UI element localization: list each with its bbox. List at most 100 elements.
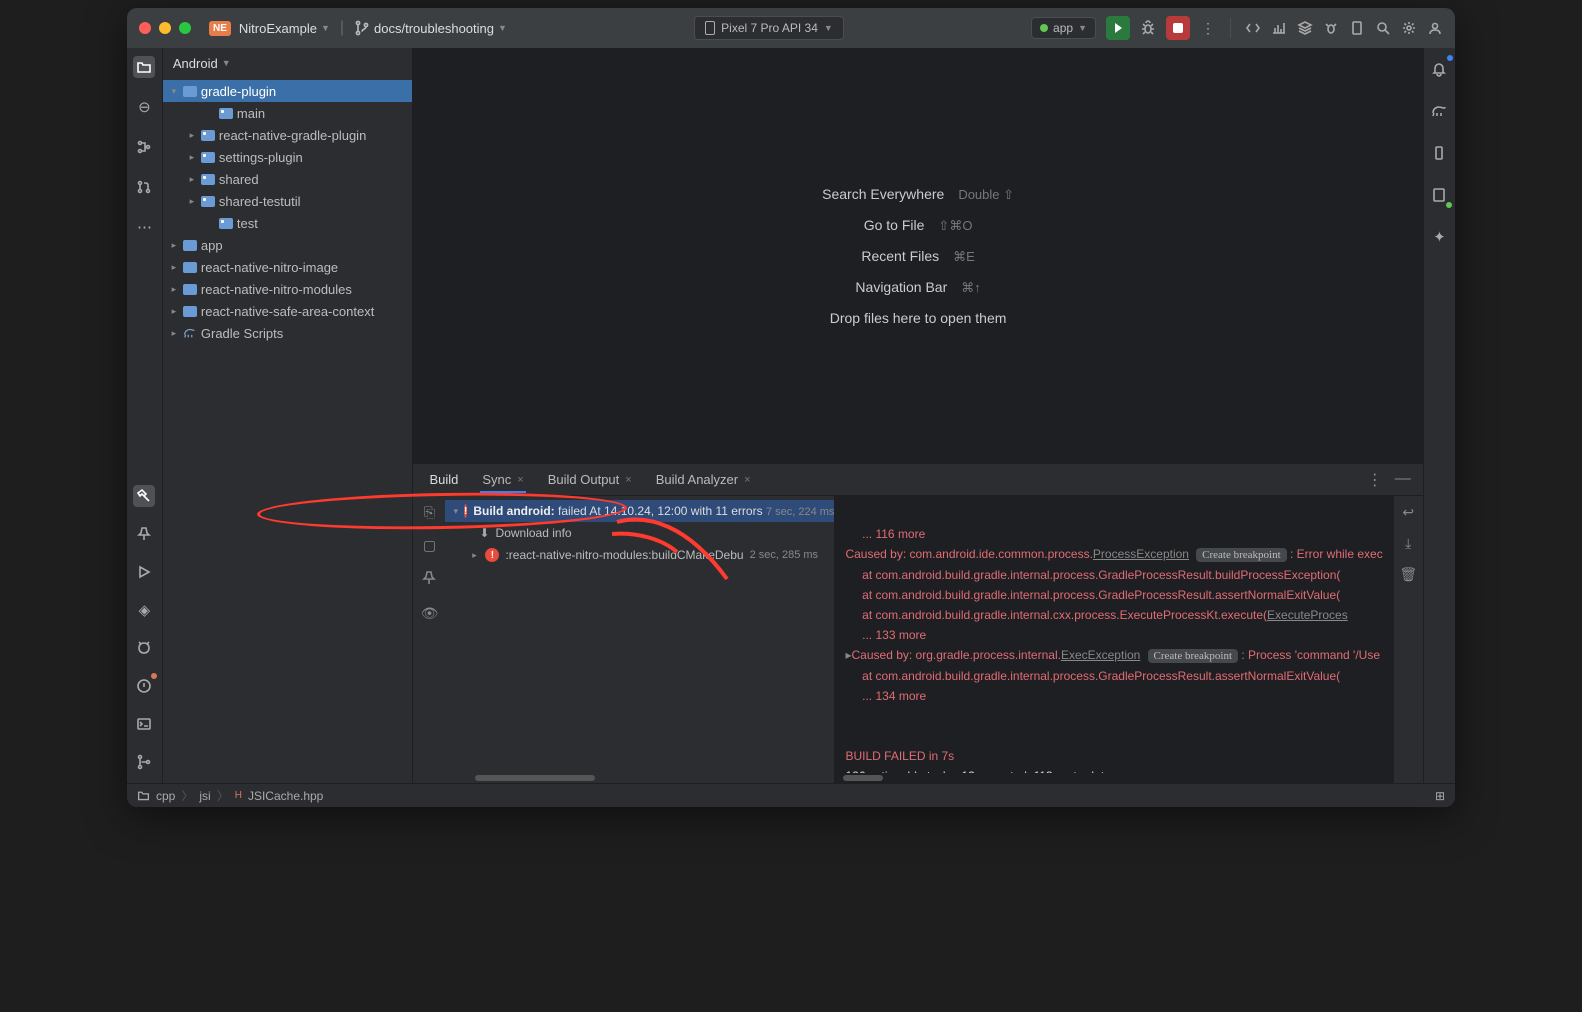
tree-item-react-native-safe-area-context[interactable]: ▸react-native-safe-area-context <box>163 300 413 322</box>
scroll-to-end-button[interactable]: ⤓ <box>1405 535 1411 552</box>
close-window-button[interactable] <box>139 22 151 34</box>
play2-icon <box>136 564 152 580</box>
breadcrumb-item[interactable]: jsi <box>199 789 210 803</box>
run-config-selector[interactable]: app ▼ <box>1031 17 1096 39</box>
source-link[interactable]: ExecuteProces <box>1267 608 1348 622</box>
build-task-row[interactable]: ▸ ! :react-native-nitro-modules:buildCMa… <box>445 544 834 566</box>
build-tree[interactable]: ▾ ! Build android: failed At 14.10.24, 1… <box>445 496 834 570</box>
project-tool-button[interactable] <box>133 56 155 78</box>
bug2-icon <box>1323 20 1339 36</box>
clear-button[interactable]: 🗑 <box>1399 566 1417 583</box>
tree-item-test[interactable]: test <box>163 212 413 234</box>
pull-requests-tool-button[interactable] <box>133 176 155 198</box>
download-info-row[interactable]: ⬇ Download info <box>445 522 834 544</box>
tree-item-app[interactable]: ▸app <box>163 234 413 256</box>
logcat-tool-button[interactable] <box>133 637 155 659</box>
emulator-button[interactable] <box>1428 184 1450 206</box>
tab-sync[interactable]: Sync× <box>472 468 533 491</box>
tree-item-label: react-native-nitro-image <box>201 260 338 275</box>
tab-build[interactable]: Build <box>419 468 468 491</box>
device-manager-button[interactable] <box>1349 20 1365 36</box>
filter-button[interactable]: ⎘ <box>424 504 435 521</box>
vcs-tool-button[interactable] <box>133 751 155 773</box>
phone2-icon <box>1431 145 1447 161</box>
tree-item-react-native-nitro-image[interactable]: ▸react-native-nitro-image <box>163 256 413 278</box>
scrollbar[interactable] <box>445 773 834 783</box>
project-selector[interactable]: NitroExample ▼ <box>239 21 330 36</box>
tree-item-gradle-scripts[interactable]: ▸Gradle Scripts <box>163 322 413 344</box>
keyboard-shortcut-hint: ⌘E <box>953 249 975 265</box>
create-breakpoint-button[interactable]: Create breakpoint <box>1196 548 1287 562</box>
structure-tool-button[interactable] <box>133 136 155 158</box>
search-icon <box>1375 20 1391 36</box>
notifications-button[interactable] <box>1428 58 1450 80</box>
soft-wrap-button[interactable]: ↩︎ <box>1402 504 1414 521</box>
exception-link[interactable]: ProcessException <box>1093 547 1189 561</box>
project-panel: Android ▼ ▾gradle-plugin main ▸react-nativ… <box>163 48 414 783</box>
settings-button[interactable] <box>1401 20 1417 36</box>
breadcrumb-item[interactable]: JSICache.hpp <box>248 789 323 803</box>
device-file-explorer-button[interactable] <box>1428 142 1450 164</box>
panel-minimize-button[interactable]: — <box>1395 470 1411 490</box>
stop-build-button[interactable]: ▢ <box>423 537 436 554</box>
search-button[interactable] <box>1375 20 1391 36</box>
maximize-window-button[interactable] <box>179 22 191 34</box>
breadcrumb-item[interactable]: cpp <box>156 789 175 803</box>
close-icon[interactable]: × <box>517 474 523 486</box>
build-tree-toolbar: ⎘ ▢ 👁 <box>413 496 445 783</box>
build-root-details: failed At 14.10.24, 12:00 with 11 errors <box>555 504 763 518</box>
run-button[interactable] <box>1106 16 1130 40</box>
debug-button[interactable] <box>1140 20 1156 36</box>
tree-item-react-native-nitro-modules[interactable]: ▸react-native-nitro-modules <box>163 278 413 300</box>
pin-button[interactable] <box>421 570 437 589</box>
tree-item-label: main <box>237 106 265 121</box>
vcs-branch-selector[interactable]: docs/troubleshooting ▼ <box>354 20 507 36</box>
chevron-down-icon: ▼ <box>222 58 231 68</box>
more-actions-button[interactable]: ⋮ <box>1200 20 1216 36</box>
tree-item-shared[interactable]: ▸shared <box>163 168 413 190</box>
code-with-me-button[interactable] <box>1245 20 1261 36</box>
scrollbar[interactable] <box>835 773 1392 783</box>
indent-indicator-button[interactable]: ⊞ <box>1435 789 1445 803</box>
create-breakpoint-button[interactable]: Create breakpoint <box>1148 649 1239 663</box>
build-tool-button[interactable] <box>133 485 155 507</box>
more-tool-button[interactable]: ⋯ <box>133 216 155 238</box>
tree-item-main[interactable]: main <box>163 102 413 124</box>
panel-options-button[interactable]: ⋮ <box>1367 470 1383 490</box>
tree-item-shared-testutil[interactable]: ▸shared-testutil <box>163 190 413 212</box>
folder-icon <box>183 284 197 295</box>
profiler-button[interactable] <box>1271 20 1287 36</box>
right-tool-rail: ✦ <box>1423 48 1455 783</box>
layout-inspector-button[interactable] <box>1297 20 1313 36</box>
project-view-selector[interactable]: Android ▼ <box>163 48 413 78</box>
tree-item-gradle-plugin[interactable]: ▾gradle-plugin <box>163 80 413 102</box>
console-output[interactable]: ... 116 more Caused by: com.android.ide.… <box>835 496 1392 783</box>
bookmarks-tool-button[interactable] <box>133 523 155 545</box>
tab-build-output[interactable]: Build Output× <box>538 468 642 491</box>
stop-button[interactable] <box>1166 16 1190 40</box>
tree-item-react-native-gradle-plugin[interactable]: ▸react-native-gradle-plugin <box>163 124 413 146</box>
services-tool-button[interactable]: ◈ <box>133 599 155 621</box>
chevron-right-icon: ▸ <box>469 550 479 561</box>
close-icon[interactable]: × <box>744 474 750 486</box>
app-inspection-button[interactable] <box>1323 20 1339 36</box>
build-root-row[interactable]: ▾ ! Build android: failed At 14.10.24, 1… <box>445 500 834 522</box>
minimize-window-button[interactable] <box>159 22 171 34</box>
ai-assistant-button[interactable]: ✦ <box>1428 226 1450 248</box>
close-icon[interactable]: × <box>625 474 631 486</box>
problems-tool-button[interactable] <box>133 675 155 697</box>
tree-item-settings-plugin[interactable]: ▸settings-plugin <box>163 146 413 168</box>
project-tree[interactable]: ▾gradle-plugin main ▸react-native-gradle-p… <box>163 78 413 783</box>
run-tool-button[interactable] <box>133 561 155 583</box>
device-selector[interactable]: Pixel 7 Pro API 34 ▼ <box>694 16 844 40</box>
tree-item-label: react-native-nitro-modules <box>201 282 352 297</box>
exception-link[interactable]: ExecException <box>1061 648 1140 662</box>
account-button[interactable] <box>1427 20 1443 36</box>
welcome-label: Navigation Bar <box>855 279 947 295</box>
view-button[interactable]: 👁 <box>421 605 439 622</box>
commit-tool-button[interactable]: ⊖ <box>133 96 155 118</box>
gradle-button[interactable] <box>1428 100 1450 122</box>
terminal-tool-button[interactable] <box>133 713 155 735</box>
separator: | <box>340 19 344 37</box>
tab-build-analyzer[interactable]: Build Analyzer× <box>646 468 761 491</box>
